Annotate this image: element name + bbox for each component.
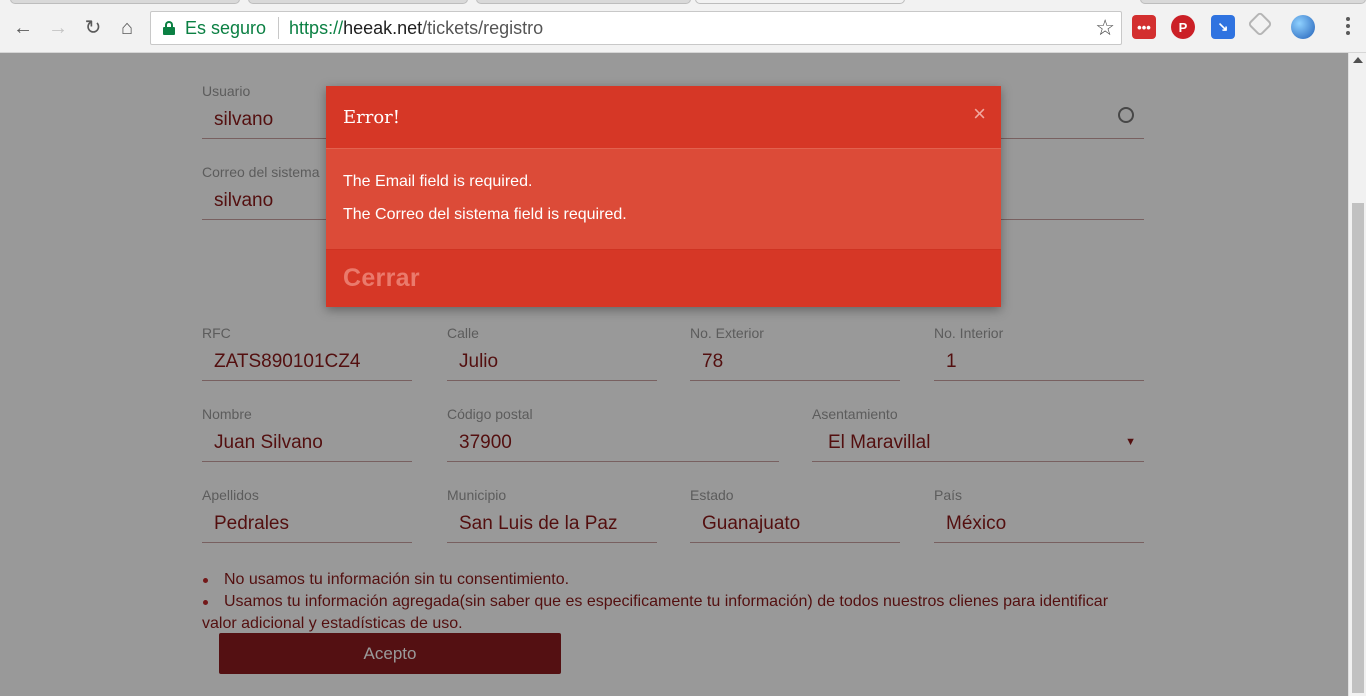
url-scheme: https:// bbox=[289, 17, 344, 38]
menu-icon[interactable] bbox=[1346, 17, 1350, 38]
cerrar-button[interactable]: Cerrar bbox=[343, 264, 420, 293]
globe-icon[interactable] bbox=[1291, 15, 1315, 39]
url-text[interactable]: https://heeak.net/tickets/registro bbox=[289, 18, 543, 39]
tag-icon[interactable] bbox=[1247, 11, 1273, 37]
error-message: The Correo del sistema field is required… bbox=[343, 206, 627, 223]
modal-body: The Email field is required. The Correo … bbox=[326, 148, 1001, 249]
home-icon[interactable]: ⌂ bbox=[114, 15, 140, 41]
tab-strip bbox=[0, 0, 1366, 6]
scrollbar-thumb[interactable] bbox=[1352, 203, 1364, 693]
reload-icon[interactable]: ↻ bbox=[80, 15, 106, 41]
modal-header: Error! × bbox=[326, 86, 1001, 148]
lock-icon bbox=[163, 21, 175, 35]
modal-footer: Cerrar bbox=[326, 249, 1001, 307]
error-modal: Error! × The Email field is required. Th… bbox=[326, 86, 1001, 307]
browser-tab-active[interactable] bbox=[695, 0, 905, 4]
forward-icon[interactable]: → bbox=[45, 15, 71, 41]
address-bar[interactable]: Es seguro https://heeak.net/tickets/regi… bbox=[150, 11, 1122, 45]
extension-arrow-icon[interactable]: ↘ bbox=[1211, 15, 1235, 39]
extension-dots-icon[interactable]: ••• bbox=[1132, 15, 1156, 39]
bookmark-star-icon[interactable]: ☆ bbox=[1095, 15, 1115, 41]
scroll-up-icon[interactable] bbox=[1353, 57, 1363, 63]
browser-tab[interactable] bbox=[10, 0, 240, 4]
url-path: /tickets/registro bbox=[422, 17, 544, 38]
pinterest-icon[interactable]: P bbox=[1171, 15, 1195, 39]
secure-label: Es seguro bbox=[185, 17, 267, 38]
back-icon[interactable]: ← bbox=[10, 15, 36, 41]
url-host: heeak.net bbox=[343, 17, 423, 38]
page-scrollbar[interactable] bbox=[1348, 53, 1366, 696]
browser-tab[interactable] bbox=[248, 0, 468, 4]
modal-title: Error! bbox=[343, 106, 401, 128]
browser-tab[interactable] bbox=[1140, 0, 1366, 4]
browser-toolbar: ← → ↻ ⌂ Es seguro https://heeak.net/tick… bbox=[0, 0, 1366, 53]
error-message: The Email field is required. bbox=[343, 173, 533, 190]
close-icon[interactable]: × bbox=[973, 103, 986, 125]
browser-tab[interactable] bbox=[476, 0, 691, 4]
omnibox-divider bbox=[278, 17, 280, 39]
